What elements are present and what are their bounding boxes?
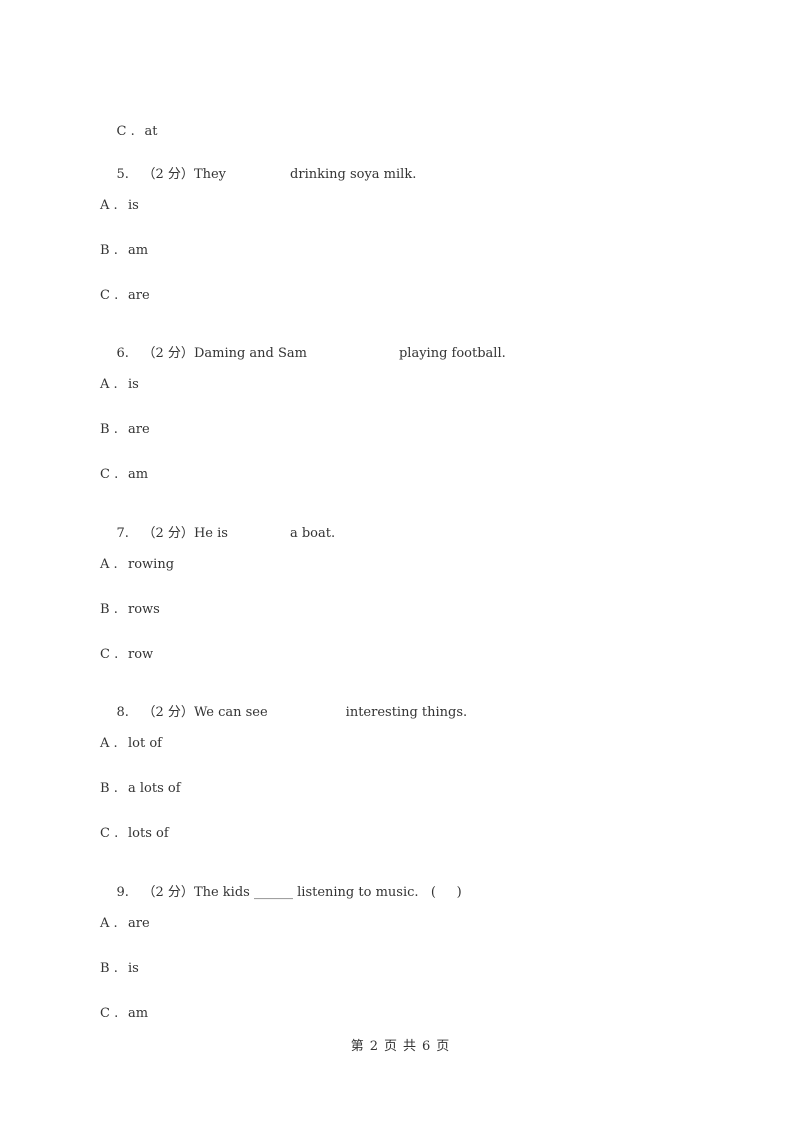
option-text: am (128, 243, 149, 258)
option-text: is (128, 377, 139, 392)
option-text: a lots of (128, 781, 181, 796)
question-text-before: We can see (193, 705, 268, 720)
option-c-previous: C . at (100, 108, 158, 156)
question-number: 8. (116, 705, 129, 720)
option-b: B . rows (100, 602, 160, 617)
option-b: B . am (100, 243, 149, 258)
question-8: 8. （2 分）We can see interesting things. (100, 689, 468, 737)
option-c: C . am (100, 467, 149, 482)
question-text-before: He is (193, 526, 228, 541)
option-text: are (128, 422, 150, 437)
option-text: is (128, 198, 139, 213)
option-text: am (128, 467, 149, 482)
question-text-after: drinking soya milk. (290, 167, 417, 182)
question-number: 7. (116, 526, 129, 541)
option-text: rows (128, 602, 160, 617)
option-text: am (128, 1006, 149, 1021)
option-text: is (128, 961, 139, 976)
page-footer: 第2页共6页 (350, 1039, 450, 1054)
question-number: 9. (116, 885, 129, 900)
option-c: C . row (100, 647, 154, 662)
option-b: B . is (100, 961, 139, 976)
option-text: are (128, 916, 150, 931)
question-text-after: playing football. (398, 346, 506, 361)
question-number: 6. (116, 346, 129, 361)
question-text-before: The kids (193, 885, 250, 900)
option-text: are (128, 288, 150, 303)
question-6: 6. （2 分）Daming and Sam playing football. (100, 330, 506, 378)
option-letter: C . (116, 124, 135, 139)
option-text: rowing (128, 557, 175, 572)
answer-blank: ______ (253, 885, 293, 900)
question-text-after: a boat. (289, 526, 336, 541)
option-c: C . lots of (100, 826, 169, 841)
current-page: 2 (369, 1039, 378, 1054)
question-text-before: They (193, 167, 227, 182)
total-pages: 6 (422, 1039, 431, 1054)
option-b: B . are (100, 422, 150, 437)
question-text-after: listening to music. ( ) (297, 885, 462, 900)
question-7: 7. （2 分）He is a boat. (100, 510, 336, 558)
question-text-before: Daming and Sam (193, 346, 307, 361)
option-text: lots of (128, 826, 169, 841)
option-a: A . is (100, 377, 139, 392)
question-points: （2 分） (142, 346, 194, 361)
question-number: 5. (116, 167, 129, 182)
option-a: A . rowing (100, 557, 175, 572)
question-points: （2 分） (142, 705, 194, 720)
question-9: 9. （2 分）The kids ______ listening to musi… (100, 869, 462, 917)
question-points: （2 分） (142, 167, 194, 182)
option-a: A . is (100, 198, 139, 213)
option-c: C . am (100, 1006, 149, 1021)
option-text: lot of (128, 736, 162, 751)
option-a: A . lot of (100, 736, 162, 751)
question-5: 5. （2 分）They drinking soya milk. (100, 151, 417, 199)
question-text-after: interesting things. (345, 705, 468, 720)
option-a: A . are (100, 916, 150, 931)
option-text: row (128, 647, 154, 662)
option-b: B .a lots of (100, 781, 181, 796)
question-points: （2 分） (142, 526, 194, 541)
option-text: at (144, 124, 158, 139)
option-c: C . are (100, 288, 150, 303)
question-points: （2 分） (142, 885, 194, 900)
